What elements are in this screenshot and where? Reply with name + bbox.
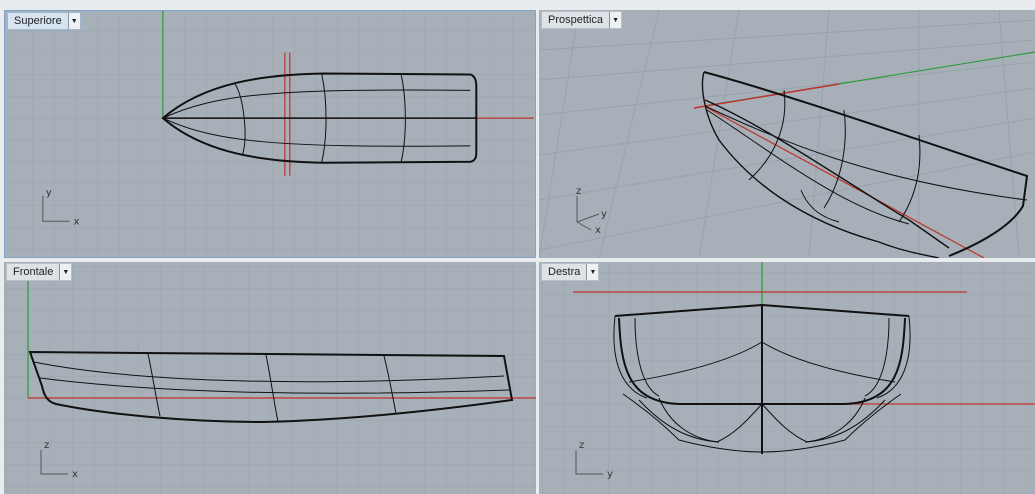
viewport-front[interactable]: z x Frontale ▼: [4, 262, 536, 494]
svg-text:x: x: [74, 216, 80, 227]
svg-text:z: z: [579, 440, 584, 451]
axis-gizmo: z y x: [576, 186, 607, 236]
viewport-perspective[interactable]: z y x Prospettica ▼: [539, 10, 1035, 258]
chevron-down-icon[interactable]: ▼: [609, 12, 622, 28]
viewport-title[interactable]: Superiore: [8, 13, 68, 29]
svg-text:y: y: [46, 188, 52, 199]
viewport-title[interactable]: Destra: [542, 264, 586, 280]
perspective-view-canvas[interactable]: z y x: [539, 10, 1035, 258]
svg-text:z: z: [576, 186, 581, 197]
right-view-canvas[interactable]: z y: [539, 262, 1035, 494]
chevron-down-icon[interactable]: ▼: [586, 264, 599, 280]
viewport-top[interactable]: y x Superiore ▼: [4, 10, 536, 258]
front-view-canvas[interactable]: z x: [4, 262, 536, 494]
viewport-right[interactable]: z y Destra ▼: [539, 262, 1035, 494]
svg-text:y: y: [607, 469, 613, 480]
svg-text:x: x: [595, 225, 601, 236]
top-view-canvas[interactable]: y x: [5, 11, 535, 257]
viewport-tab-right[interactable]: Destra ▼: [541, 263, 600, 281]
x-axis-line: [703, 105, 985, 258]
svg-text:x: x: [72, 469, 78, 480]
viewport-tab-top[interactable]: Superiore ▼: [7, 12, 81, 30]
viewport-tab-front[interactable]: Frontale ▼: [6, 263, 73, 281]
viewport-tab-perspective[interactable]: Prospettica ▼: [541, 11, 623, 29]
svg-text:y: y: [601, 209, 607, 220]
svg-text:z: z: [44, 440, 49, 451]
chevron-down-icon[interactable]: ▼: [59, 264, 72, 280]
viewport-title[interactable]: Frontale: [7, 264, 59, 280]
chevron-down-icon[interactable]: ▼: [67, 13, 80, 29]
viewport-title[interactable]: Prospettica: [542, 12, 609, 28]
